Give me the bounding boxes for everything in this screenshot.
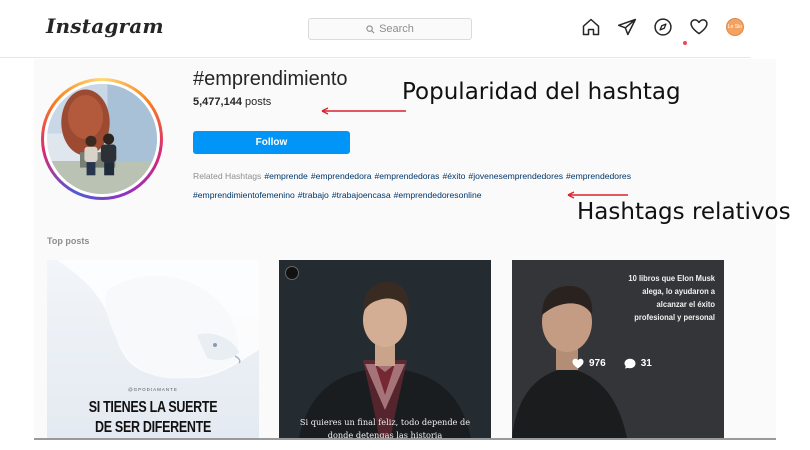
top-post-1[interactable]: @GPODIAMANTE SI TIENES LA SUERTE DE SER … xyxy=(47,260,259,438)
related-hashtag-link[interactable]: #emprendimientofemenino xyxy=(193,190,295,200)
hashtag-profile-image[interactable] xyxy=(41,78,163,200)
man-in-suit-image xyxy=(279,260,491,438)
likes-stat: 976 xyxy=(572,358,606,369)
search-input[interactable]: Search xyxy=(308,18,472,40)
related-hashtag-link[interactable]: #trabajoencasa xyxy=(332,190,391,200)
search-icon xyxy=(366,24,375,33)
heart-icon xyxy=(572,358,584,369)
top-post-2[interactable]: Si quieres un final feliz, todo depende … xyxy=(279,260,491,438)
avatar: Le Slo xyxy=(726,18,744,36)
post-count-suffix: posts xyxy=(241,96,272,108)
comment-icon xyxy=(624,358,636,369)
bottom-divider xyxy=(34,438,776,440)
post-count: 5,477,144 posts xyxy=(193,96,271,108)
comments-count: 31 xyxy=(640,358,652,369)
profile-avatar[interactable]: Le Slo xyxy=(724,16,746,38)
post-quote-line: DE SER DIFERENTE xyxy=(94,418,212,436)
instagram-logo[interactable]: Instagram xyxy=(46,14,164,38)
direct-icon[interactable] xyxy=(616,16,638,38)
related-hashtag-link[interactable]: #emprendedoras xyxy=(375,171,440,181)
nav-icons: Le Slo xyxy=(580,16,746,38)
post-quote-line: SI TIENES LA SUERTE xyxy=(88,398,218,416)
annotation-popularity: Popularidad del hashtag xyxy=(402,79,681,105)
related-hashtag-link[interactable]: #trabajo xyxy=(298,190,329,200)
post-hover-stats: 976 31 xyxy=(572,358,652,369)
related-hashtags-label: Related Hashtags xyxy=(193,171,262,181)
follow-button[interactable]: Follow xyxy=(193,131,350,154)
related-hashtag-link[interactable]: #emprendedores xyxy=(566,171,631,181)
top-post-3[interactable]: 10 libros que Elon Musk alega, lo ayudar… xyxy=(512,260,724,438)
post-watermark: @GPODIAMANTE xyxy=(128,387,178,392)
related-hashtag-link[interactable]: #emprendedora xyxy=(311,171,372,181)
top-posts-heading: Top posts xyxy=(47,236,90,246)
top-navigation-bar: Instagram Search Le Slo xyxy=(0,0,750,58)
related-hashtag-link[interactable]: #emprende xyxy=(264,171,307,181)
annotation-related: Hashtags relativos xyxy=(577,199,791,225)
post-overlay-text: 10 libros que Elon Musk alega, lo ayudar… xyxy=(628,273,715,322)
comments-stat: 31 xyxy=(624,358,652,369)
home-icon[interactable] xyxy=(580,16,602,38)
related-hashtag-link[interactable]: #jovenesemprendedores xyxy=(468,171,563,181)
related-hashtag-link[interactable]: #éxito xyxy=(442,171,465,181)
likes-count: 976 xyxy=(589,358,606,369)
related-hashtag-link[interactable]: #emprendedoresonline xyxy=(394,190,482,200)
activity-notification-dot xyxy=(683,41,687,45)
search-placeholder: Search xyxy=(379,23,414,35)
hashtag-photo xyxy=(47,84,157,194)
activity-icon[interactable] xyxy=(688,16,710,38)
post-caption: Si quieres un final feliz, todo depende … xyxy=(299,417,471,438)
page-title: #emprendimiento xyxy=(193,68,348,90)
account-logo-icon xyxy=(285,266,299,280)
post-count-number: 5,477,144 xyxy=(193,96,242,108)
explore-icon[interactable] xyxy=(652,16,674,38)
